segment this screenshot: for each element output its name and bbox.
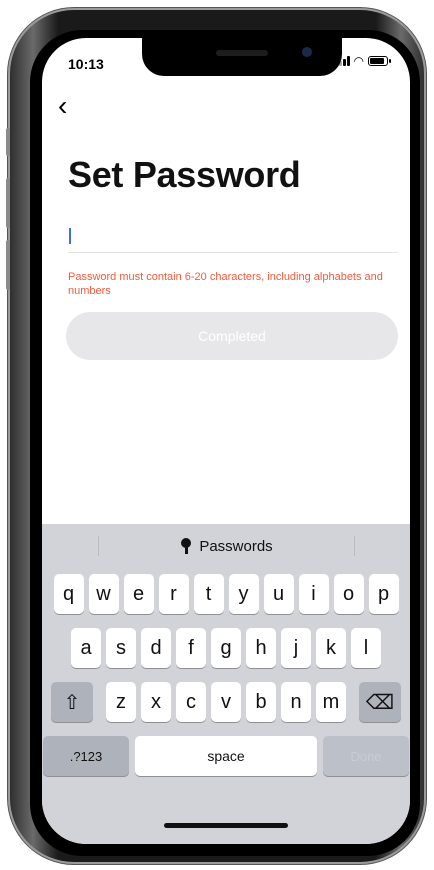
key-d[interactable]: d xyxy=(141,628,171,668)
cellular-signal-icon xyxy=(334,56,350,66)
key-c[interactable]: c xyxy=(176,682,206,722)
done-key[interactable]: Done xyxy=(323,736,409,776)
shift-icon: ⇧ xyxy=(63,691,81,714)
key-a[interactable]: a xyxy=(71,628,101,668)
key-r[interactable]: r xyxy=(158,574,189,614)
key-s[interactable]: s xyxy=(106,628,136,668)
key-icon xyxy=(179,538,193,554)
numbers-key[interactable]: .?123 xyxy=(43,736,129,776)
key-y[interactable]: y xyxy=(228,574,259,614)
key-u[interactable]: u xyxy=(263,574,294,614)
front-camera xyxy=(302,47,312,57)
app-screen: 10:13 ◠ ‹ Set Password Password must con… xyxy=(42,38,410,844)
key-p[interactable]: p xyxy=(368,574,399,614)
volume-down-button xyxy=(6,240,10,290)
completed-button[interactable]: Completed xyxy=(66,312,398,360)
key-h[interactable]: h xyxy=(246,628,276,668)
key-t[interactable]: t xyxy=(193,574,224,614)
backspace-icon: ⌫ xyxy=(365,691,395,714)
page-title: Set Password xyxy=(68,154,301,195)
suggestion-divider xyxy=(354,536,355,556)
key-e[interactable]: e xyxy=(123,574,154,614)
key-v[interactable]: v xyxy=(211,682,241,722)
keyboard-row-1: q w e r t y u i o p xyxy=(42,574,410,614)
passwords-suggestion-label: Passwords xyxy=(199,537,273,555)
volume-up-button xyxy=(6,178,10,228)
keyboard-row-3: ⇧ z x c v b n m ⌫ xyxy=(42,682,410,722)
key-o[interactable]: o xyxy=(333,574,364,614)
key-f[interactable]: f xyxy=(176,628,206,668)
keyboard: Passwords q w e r t y u i o p a s d f g … xyxy=(42,524,410,844)
key-z[interactable]: z xyxy=(106,682,136,722)
key-j[interactable]: j xyxy=(281,628,311,668)
key-l[interactable]: l xyxy=(351,628,381,668)
keyboard-row-4: .?123 space Done xyxy=(42,736,410,776)
password-input[interactable] xyxy=(68,218,398,253)
suggestion-divider xyxy=(98,536,99,556)
keyboard-row-2: a s d f g h j k l xyxy=(42,628,410,668)
notch xyxy=(142,38,342,76)
phone-frame: 10:13 ◠ ‹ Set Password Password must con… xyxy=(6,8,426,864)
password-hint: Password must contain 6-20 characters, i… xyxy=(68,271,383,297)
space-key[interactable]: space xyxy=(135,736,317,776)
shift-key[interactable]: ⇧ xyxy=(51,682,93,722)
key-b[interactable]: b xyxy=(246,682,276,722)
speaker-grille xyxy=(216,50,268,56)
wifi-icon: ◠ xyxy=(353,54,364,68)
status-time: 10:13 xyxy=(68,56,104,72)
key-w[interactable]: w xyxy=(88,574,119,614)
chevron-left-icon: ‹ xyxy=(58,90,68,121)
text-cursor xyxy=(69,228,71,244)
key-i[interactable]: i xyxy=(298,574,329,614)
back-button[interactable]: ‹ xyxy=(58,92,82,122)
key-n[interactable]: n xyxy=(281,682,311,722)
home-indicator xyxy=(164,823,288,828)
battery-icon xyxy=(368,56,391,66)
delete-key[interactable]: ⌫ xyxy=(359,682,401,722)
key-g[interactable]: g xyxy=(211,628,241,668)
key-x[interactable]: x xyxy=(141,682,171,722)
key-m[interactable]: m xyxy=(316,682,346,722)
mute-switch xyxy=(6,128,10,156)
status-icons: ◠ xyxy=(334,54,391,68)
key-q[interactable]: q xyxy=(53,574,84,614)
key-k[interactable]: k xyxy=(316,628,346,668)
